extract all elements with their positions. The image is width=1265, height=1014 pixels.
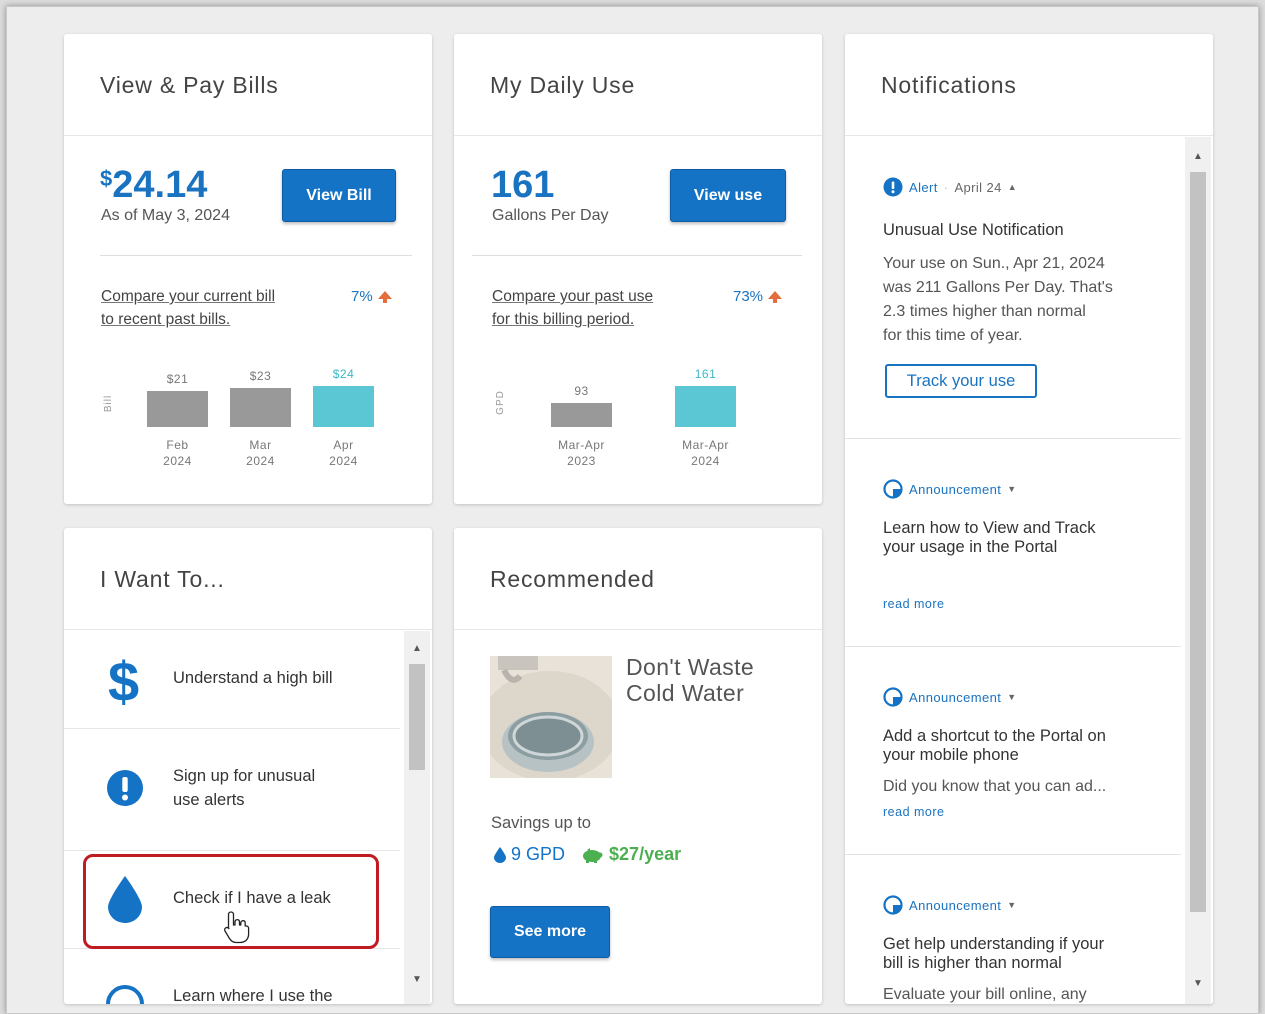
savings-values: 9 GPD $27/year bbox=[494, 844, 681, 865]
track-your-use-button[interactable]: Track your use bbox=[885, 364, 1037, 398]
notification-body: Evaluate your bill online, any bbox=[883, 986, 1087, 1003]
piggy-bank-icon bbox=[583, 847, 603, 863]
recommended-card: Recommended Don't Waste Cold Water Savin… bbox=[454, 528, 822, 1004]
caret-up-icon[interactable]: ▲ bbox=[1008, 182, 1017, 192]
action-label: Learn where I use the bbox=[173, 987, 333, 1004]
view-pay-bills-card: View & Pay Bills $24.14 As of May 3, 202… bbox=[64, 34, 432, 504]
notification-meta: Announcement ▼ bbox=[883, 479, 1017, 499]
card-header: Notifications bbox=[845, 34, 1213, 136]
scroll-down-arrow[interactable]: ▼ bbox=[409, 974, 425, 985]
notification-date: April 24 bbox=[954, 179, 1002, 195]
category-line: 2023 bbox=[567, 454, 596, 468]
category-line: Feb bbox=[166, 438, 189, 452]
card-header: Recommended bbox=[454, 528, 822, 630]
notification-item[interactable]: Announcement ▼ Learn how to View and Tra… bbox=[845, 439, 1181, 647]
daily-use-card: My Daily Use 161 Gallons Per Day View us… bbox=[454, 34, 822, 504]
chart-value-label: $23 bbox=[249, 369, 272, 383]
chart-value-label: 161 bbox=[694, 367, 717, 381]
chart-value-label: $21 bbox=[166, 372, 189, 386]
notification-meta: Announcement ▼ bbox=[883, 895, 1017, 915]
scroll-up-arrow[interactable]: ▲ bbox=[409, 643, 425, 654]
separator: · bbox=[943, 179, 949, 195]
notification-title: Learn how to View and Track your usage i… bbox=[883, 519, 1096, 556]
notification-title: Unusual Use Notification bbox=[883, 221, 1064, 239]
tip-image bbox=[490, 656, 612, 778]
read-more-link[interactable]: read more bbox=[883, 805, 944, 819]
action-learn-where-use[interactable]: Learn where I use the bbox=[64, 949, 400, 1004]
savings-label: Savings up to bbox=[491, 814, 591, 832]
card-title: Notifications bbox=[881, 72, 1017, 98]
alert-icon bbox=[883, 177, 903, 197]
notification-type: Announcement bbox=[909, 481, 1002, 497]
notification-item[interactable]: Alert · April 24 ▲ Unusual Use Notificat… bbox=[845, 137, 1181, 439]
scroll-thumb[interactable] bbox=[409, 664, 425, 770]
see-more-button[interactable]: See more bbox=[490, 906, 610, 958]
notification-item[interactable]: Announcement ▼ Add a shortcut to the Por… bbox=[845, 647, 1181, 855]
notifications-list: Alert · April 24 ▲ Unusual Use Notificat… bbox=[845, 137, 1181, 1004]
chart-bar bbox=[675, 386, 736, 427]
notification-type: Announcement bbox=[909, 897, 1002, 913]
portal-window: View & Pay Bills $24.14 As of May 3, 202… bbox=[6, 6, 1259, 1014]
chart-category-label: Mar 2024 bbox=[226, 437, 296, 469]
use-chart: 93 Mar-Apr 2023 161 Mar-Apr 2024 bbox=[454, 34, 822, 504]
category-line: Mar-Apr bbox=[682, 438, 729, 452]
action-understand-high-bill[interactable]: $ Understand a high bill bbox=[64, 631, 400, 729]
read-more-link[interactable]: read more bbox=[883, 597, 944, 611]
action-label: Understand a high bill bbox=[173, 669, 333, 687]
scroll-down-arrow[interactable]: ▼ bbox=[1190, 978, 1206, 989]
announcement-icon bbox=[883, 687, 903, 707]
tip-title[interactable]: Don't Waste Cold Water bbox=[626, 654, 754, 706]
notification-type: Announcement bbox=[909, 689, 1002, 705]
savings-money: $27/year bbox=[609, 844, 682, 864]
chart-bar bbox=[230, 388, 291, 427]
chart-category-label: Apr 2024 bbox=[309, 437, 379, 469]
leak-highlight-annotation bbox=[83, 854, 379, 949]
caret-down-icon[interactable]: ▼ bbox=[1007, 692, 1016, 702]
chart-category-label: Mar-Apr 2023 bbox=[547, 437, 617, 469]
chart-category-label: Feb 2024 bbox=[143, 437, 213, 469]
chart-category-label: Mar-Apr 2024 bbox=[671, 437, 741, 469]
notification-body: Your use on Sun., Apr 21, 2024 was 211 G… bbox=[883, 255, 1113, 344]
category-line: 2024 bbox=[246, 454, 275, 468]
chart-value-label: $24 bbox=[332, 367, 355, 381]
alert-icon bbox=[107, 770, 143, 806]
notifications-card: Notifications Alert · April 24 ▲ Unusual… bbox=[845, 34, 1213, 1004]
category-line: 2024 bbox=[691, 454, 720, 468]
announcement-icon bbox=[883, 895, 903, 915]
notification-item[interactable]: Announcement ▼ Get help understanding if… bbox=[845, 855, 1181, 1004]
info-icon bbox=[106, 985, 144, 1004]
notification-meta: Alert · April 24 ▲ bbox=[883, 177, 1017, 197]
notification-type: Alert bbox=[909, 179, 938, 195]
category-line: Mar-Apr bbox=[558, 438, 605, 452]
action-sign-up-alerts[interactable]: Sign up for unusual use alerts bbox=[64, 729, 400, 851]
savings-gpd: 9 GPD bbox=[511, 844, 566, 864]
bill-chart: $21 Feb 2024 $23 Mar 2024 $24 Apr 2024 bbox=[64, 34, 432, 504]
card-title: I Want To... bbox=[100, 566, 225, 592]
water-drop-icon bbox=[494, 846, 506, 863]
notification-meta: Announcement ▼ bbox=[883, 687, 1017, 707]
caret-down-icon[interactable]: ▼ bbox=[1007, 900, 1016, 910]
card-title: Recommended bbox=[490, 566, 655, 592]
chart-value-label: 93 bbox=[574, 384, 589, 398]
dollar-icon: $ bbox=[108, 650, 140, 713]
notification-title: Get help understanding if your bill is h… bbox=[883, 935, 1105, 972]
chart-bar bbox=[551, 403, 612, 427]
notification-title: Add a shortcut to the Portal on your mob… bbox=[883, 727, 1106, 764]
scroll-thumb[interactable] bbox=[1190, 172, 1206, 912]
caret-down-icon[interactable]: ▼ bbox=[1007, 484, 1016, 494]
category-line: Apr bbox=[333, 438, 354, 452]
category-line: 2024 bbox=[163, 454, 192, 468]
card-header: I Want To... bbox=[64, 528, 432, 630]
chart-bar bbox=[313, 386, 374, 427]
category-line: Mar bbox=[249, 438, 272, 452]
sink-strainer-image bbox=[490, 656, 612, 778]
announcement-icon bbox=[883, 479, 903, 499]
notification-body: Did you know that you can ad... bbox=[883, 778, 1107, 795]
action-label: Sign up for unusual use alerts bbox=[173, 767, 316, 809]
scroll-up-arrow[interactable]: ▲ bbox=[1190, 151, 1206, 162]
chart-bar bbox=[147, 391, 208, 427]
category-line: 2024 bbox=[329, 454, 358, 468]
